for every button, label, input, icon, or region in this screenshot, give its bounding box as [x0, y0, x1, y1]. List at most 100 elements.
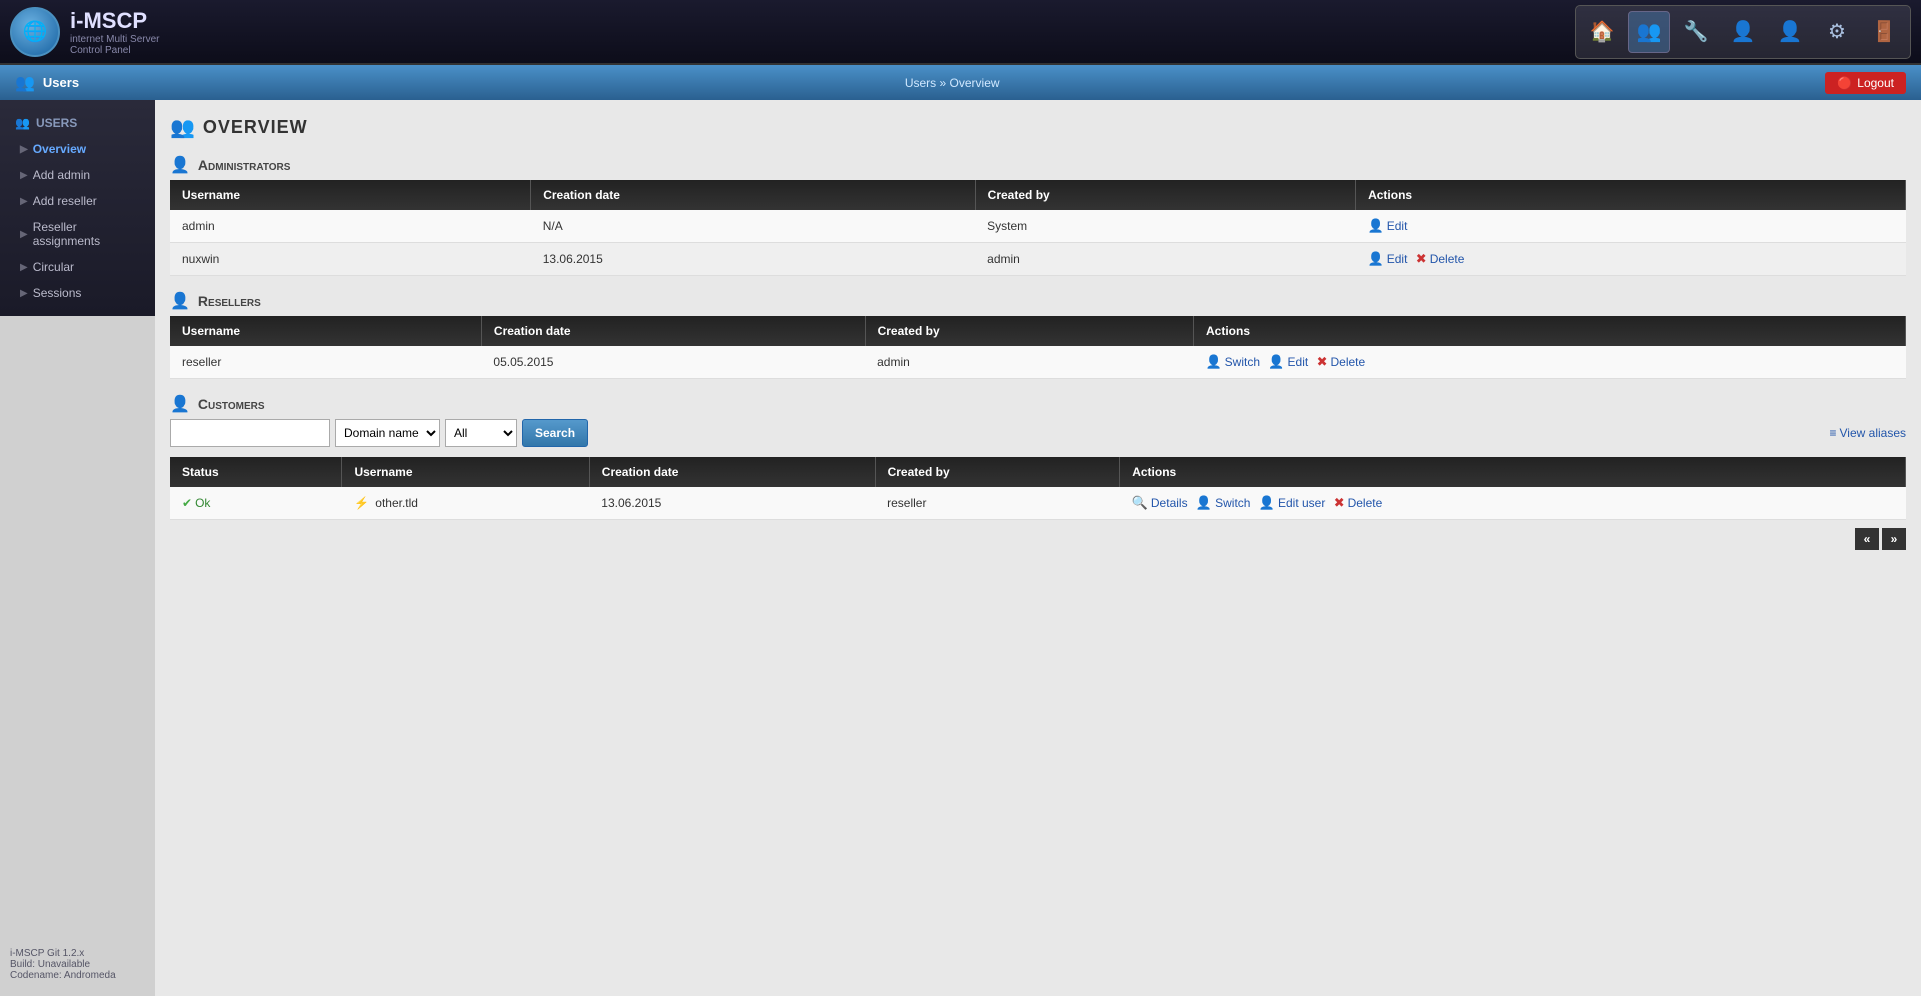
customer-delete-link[interactable]: ✖ Delete: [1334, 495, 1383, 511]
nav-resellers-icon[interactable]: 👤: [1722, 11, 1764, 53]
reseller-col-actions: Actions: [1193, 316, 1905, 346]
resellers-section-title: Resellers: [198, 293, 261, 309]
admin-createdby-cell: admin: [975, 243, 1355, 276]
page-title-block: 👥 Overview: [170, 115, 1906, 140]
status-ok-badge: ✔ Ok: [182, 496, 330, 510]
admin-section-icon: 👤: [170, 155, 190, 175]
customer-section-icon: 👤: [170, 394, 190, 414]
sidebar-item-add-admin[interactable]: ▶ Add admin: [0, 162, 155, 188]
logo-text: i-MSCP internet Multi Server Control Pan…: [70, 8, 159, 56]
app-tagline: internet Multi Server Control Panel: [70, 34, 159, 56]
reseller-date-cell: 05.05.2015: [481, 346, 865, 379]
administrators-table-header-row: Username Creation date Created by Action…: [170, 180, 1906, 210]
admin-edit-link-0[interactable]: 👤 Edit: [1368, 218, 1408, 234]
header-navigation: 🏠 👥 🔧 👤 👤 ⚙ 🚪: [1575, 5, 1911, 59]
pagination: « »: [170, 528, 1906, 550]
delete-icon: ✖: [1416, 251, 1427, 267]
admin-col-actions: Actions: [1356, 180, 1906, 210]
arrow-icon: ▶: [20, 196, 28, 207]
view-aliases-link[interactable]: ≡ View aliases: [1830, 426, 1907, 440]
reseller-switch-link[interactable]: 👤 Switch: [1205, 354, 1260, 370]
admin-actions-cell: 👤 Edit ✖ Delete: [1356, 243, 1906, 276]
customer-col-actions: Actions: [1120, 457, 1906, 487]
sidebar-item-overview[interactable]: ▶ Overview: [0, 136, 155, 162]
sidebar-footer: i-MSCP Git 1.2.x Build: Unavailable Code…: [5, 943, 121, 986]
administrators-table: Username Creation date Created by Action…: [170, 180, 1906, 276]
check-icon: ✔: [182, 496, 192, 510]
search-input[interactable]: [170, 419, 330, 447]
header: 🌐 i-MSCP internet Multi Server Control P…: [0, 0, 1921, 65]
search-bar-left: Domain name Username Email All Active In…: [170, 419, 588, 447]
sidebar-item-sessions[interactable]: ▶ Sessions: [0, 280, 155, 306]
reseller-actions-cell: 👤 Switch 👤 Edit ✖ Delete: [1193, 346, 1905, 379]
nav-users-icon[interactable]: 👥: [1628, 11, 1670, 53]
sidebar-item-circular[interactable]: ▶ Circular: [0, 254, 155, 280]
nav-tools-icon[interactable]: 🔧: [1675, 11, 1717, 53]
edit-icon: 👤: [1268, 354, 1284, 370]
sidebar-section-users: 👥 Users ▶ Overview ▶ Add admin ▶ Add res…: [0, 100, 155, 316]
delete-icon: ✖: [1334, 495, 1345, 511]
domain-filter-select[interactable]: Domain name Username Email: [335, 419, 440, 447]
status-filter-select[interactable]: All Active Inactive: [445, 419, 517, 447]
admin-col-username: Username: [170, 180, 531, 210]
customer-date-cell: 13.06.2015: [589, 487, 875, 520]
customer-col-username: Username: [342, 457, 589, 487]
customer-edituser-link[interactable]: 👤 Edit user: [1259, 495, 1326, 511]
search-button[interactable]: Search: [522, 419, 588, 447]
administrators-section-title: Administrators: [198, 157, 291, 173]
logout-icon: 🔴: [1837, 76, 1852, 90]
customer-switch-link[interactable]: 👤 Switch: [1196, 495, 1251, 511]
administrators-section-header: 👤 Administrators: [170, 155, 1906, 175]
customers-table: Status Username Creation date Created by…: [170, 457, 1906, 520]
build-text: Build: Unavailable: [10, 959, 116, 970]
resellers-section-header: 👤 Resellers: [170, 291, 1906, 311]
reseller-delete-link[interactable]: ✖ Delete: [1317, 354, 1366, 370]
arrow-icon: ▶: [20, 144, 28, 155]
nav-home-icon[interactable]: 🏠: [1581, 11, 1623, 53]
details-icon: 🔍: [1132, 495, 1148, 511]
reseller-section-icon: 👤: [170, 291, 190, 311]
resellers-table-body: reseller 05.05.2015 admin 👤 Switch 👤 Edi…: [170, 346, 1906, 379]
sidebar: 👥 Users ▶ Overview ▶ Add admin ▶ Add res…: [0, 100, 155, 316]
admin-col-creation-date: Creation date: [531, 180, 975, 210]
list-icon: ≡: [1830, 426, 1837, 440]
customers-section-header: 👤 Customers: [170, 394, 1906, 414]
delete-icon: ✖: [1317, 354, 1328, 370]
customer-details-link[interactable]: 🔍 Details: [1132, 495, 1188, 511]
breadcrumb-home[interactable]: Users: [905, 76, 936, 90]
arrow-icon: ▶: [20, 229, 28, 240]
nav-settings-icon[interactable]: ⚙: [1816, 11, 1858, 53]
sidebar-users-icon: 👥: [15, 116, 30, 130]
users-topbar-icon: 👥: [15, 73, 35, 93]
table-row: admin N/A System 👤 Edit: [170, 210, 1906, 243]
customer-status-cell: ✔ Ok: [170, 487, 342, 520]
logout-button[interactable]: 🔴 Logout: [1825, 72, 1906, 94]
prev-page-button[interactable]: «: [1855, 528, 1879, 550]
table-row: reseller 05.05.2015 admin 👤 Switch 👤 Edi…: [170, 346, 1906, 379]
customer-username-cell: ⚡ other.tld: [342, 487, 589, 520]
admin-edit-link-1[interactable]: 👤 Edit: [1368, 251, 1408, 267]
customers-section-title: Customers: [198, 396, 265, 412]
sidebar-item-reseller-assignments[interactable]: ▶ Reseller assignments: [0, 214, 155, 254]
admin-username-cell: nuxwin: [170, 243, 531, 276]
reseller-col-username: Username: [170, 316, 481, 346]
domain-icon: ⚡: [354, 496, 369, 510]
reseller-username-cell: reseller: [170, 346, 481, 379]
next-page-button[interactable]: »: [1882, 528, 1906, 550]
topbar-section: Users: [43, 75, 79, 90]
nav-customers-icon[interactable]: 👤: [1769, 11, 1811, 53]
admin-date-cell: 13.06.2015: [531, 243, 975, 276]
customers-table-head: Status Username Creation date Created by…: [170, 457, 1906, 487]
arrow-icon: ▶: [20, 288, 28, 299]
sidebar-item-add-reseller[interactable]: ▶ Add reseller: [0, 188, 155, 214]
page-title: Overview: [203, 117, 308, 138]
admin-actions-cell: 👤 Edit: [1356, 210, 1906, 243]
reseller-edit-link[interactable]: 👤 Edit: [1268, 354, 1308, 370]
resellers-table: Username Creation date Created by Action…: [170, 316, 1906, 379]
sidebar-wrapper: 👥 Users ▶ Overview ▶ Add admin ▶ Add res…: [0, 100, 155, 996]
admin-delete-link-1[interactable]: ✖ Delete: [1416, 251, 1465, 267]
nav-logout-icon[interactable]: 🚪: [1863, 11, 1905, 53]
resellers-table-head: Username Creation date Created by Action…: [170, 316, 1906, 346]
customer-search-bar: Domain name Username Email All Active In…: [170, 419, 1906, 447]
customers-table-body: ✔ Ok ⚡ other.tld 13.06.2015 reseller 🔍 D…: [170, 487, 1906, 520]
